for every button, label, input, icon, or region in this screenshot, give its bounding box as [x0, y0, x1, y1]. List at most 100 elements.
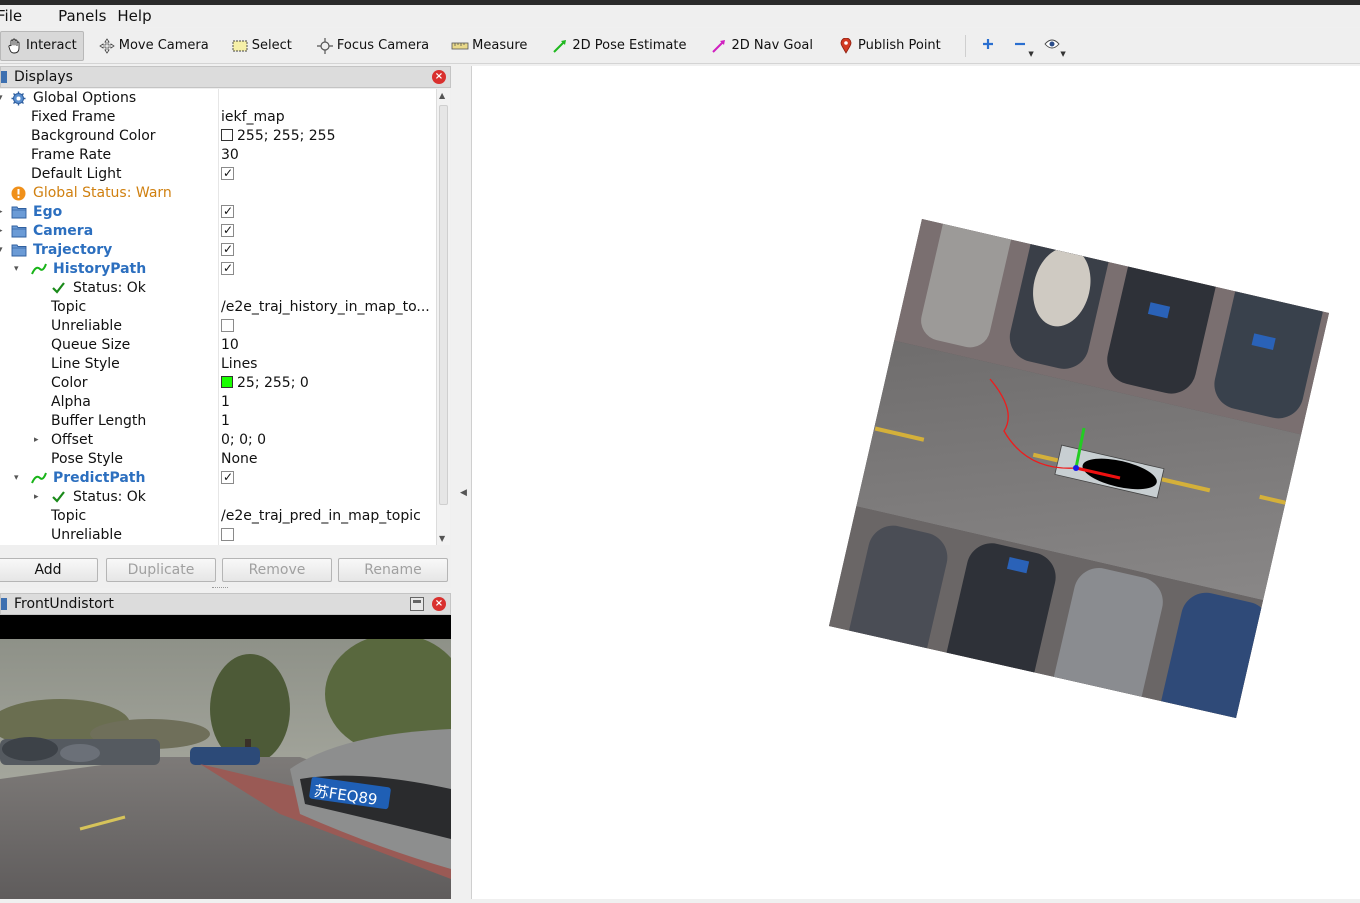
predict-topic-value[interactable]: /e2e_traj_pred_in_map_topic [221, 507, 421, 526]
background-color-value[interactable]: 255; 255; 255 [221, 127, 336, 146]
menu-help[interactable]: Help [117, 7, 159, 25]
monitor-icon [1, 70, 11, 84]
checkmark-icon [51, 490, 67, 505]
collapse-arrow-icon[interactable]: ▾ [0, 241, 3, 260]
tool-select-label: Select [251, 38, 292, 53]
tool-2d-nav-goal[interactable]: 2D Nav Goal [706, 31, 819, 61]
folder-icon [11, 205, 27, 220]
camera-value [221, 222, 234, 241]
background-color-swatch [221, 129, 233, 141]
close-icon[interactable]: × [432, 70, 446, 84]
queue-size-value[interactable]: 10 [221, 336, 239, 355]
tree-label: Default Light [31, 166, 122, 182]
chevron-down-icon: ▼ [1060, 49, 1066, 58]
path-color-text: 25; 255; 0 [237, 375, 309, 391]
tools-toolbar: Interact Move Camera Select Focus Camera… [0, 28, 1360, 64]
duplicate-button[interactable]: Duplicate [106, 558, 216, 582]
tree-label: Frame Rate [31, 147, 112, 163]
remove-tool-icon [1013, 37, 1027, 55]
tree-label: Topic [51, 508, 87, 524]
tree-label: Alpha [51, 394, 91, 410]
folder-icon [11, 243, 27, 258]
menu-panels[interactable]: Panels [58, 7, 114, 25]
frame-rate-value[interactable]: 30 [221, 146, 239, 165]
tree-label: Global Options [33, 90, 137, 106]
history-path-checkbox[interactable] [221, 260, 234, 278]
collapse-arrow-icon[interactable]: ▾ [14, 469, 19, 488]
tool-focus-camera[interactable]: Focus Camera [312, 31, 435, 61]
history-unreliable-checkbox[interactable] [221, 319, 234, 332]
tree-label: Background Color [31, 128, 156, 144]
history-topic-value[interactable]: /e2e_traj_history_in_map_to... [221, 298, 430, 317]
float-panel-icon[interactable] [410, 597, 424, 611]
predict-unreliable-value [221, 526, 234, 545]
map-pin-icon [837, 37, 855, 54]
ego-checkbox[interactable] [221, 203, 234, 221]
alpha-value[interactable]: 1 [221, 393, 230, 412]
tree-label: Offset [51, 432, 94, 448]
view-options-button[interactable]: ▼ [1036, 31, 1068, 61]
tool-measure[interactable]: Measure [447, 31, 533, 61]
displays-title-bar: Displays × [0, 66, 451, 88]
collapse-arrow-icon[interactable]: ▾ [0, 89, 3, 108]
tool-interact-label: Interact [26, 38, 77, 53]
displays-button-bar: Add Duplicate Remove Rename [0, 558, 451, 584]
bev-image [829, 219, 1329, 718]
expand-arrow-icon[interactable]: ▸ [34, 431, 39, 450]
collapse-arrow-icon[interactable]: ▾ [14, 260, 19, 279]
default-light-checkbox[interactable] [221, 165, 234, 183]
fixed-frame-value[interactable]: iekf_map [221, 108, 285, 127]
path-icon [31, 262, 47, 277]
tool-measure-label: Measure [472, 38, 528, 53]
scroll-down-icon[interactable]: ▼ [439, 534, 445, 543]
render-3d-viewport[interactable] [471, 66, 1360, 899]
tree-label: Global Status: Warn [33, 185, 172, 201]
menu-file[interactable]: File [0, 7, 30, 25]
hand-pointer-icon [5, 38, 23, 54]
camera-checkbox[interactable] [221, 222, 234, 240]
collapse-left-arrow-icon[interactable]: ◀ [460, 488, 467, 498]
tool-2d-pose-estimate[interactable]: 2D Pose Estimate [547, 31, 692, 61]
add-button[interactable]: Add [0, 558, 98, 582]
expand-arrow-icon[interactable]: ▸ [0, 203, 3, 222]
menu-bar: File Panels Help [0, 5, 1360, 27]
add-tool-button[interactable] [972, 31, 1004, 61]
pose-style-value[interactable]: None [221, 450, 258, 469]
offset-value[interactable]: 0; 0; 0 [221, 431, 266, 450]
toolbar-separator [964, 34, 966, 57]
pink-arrow-icon [710, 38, 728, 54]
scrollbar-thumb[interactable] [439, 105, 448, 505]
history-unreliable-value [221, 317, 234, 336]
ego-value [221, 203, 234, 222]
remove-tool-button[interactable]: ▼ [1004, 31, 1036, 61]
trajectory-checkbox[interactable] [221, 241, 234, 259]
tree-label: Status: Ok [73, 280, 146, 296]
tree-label: Unreliable [51, 318, 122, 334]
expand-arrow-icon[interactable]: ▸ [34, 488, 39, 507]
path-color-swatch [221, 376, 233, 388]
tool-interact[interactable]: Interact [0, 30, 84, 61]
select-box-icon [231, 38, 249, 54]
tool-move-camera[interactable]: Move Camera [94, 31, 215, 61]
tree-label: Unreliable [51, 527, 122, 543]
predict-path-checkbox[interactable] [221, 469, 234, 487]
tool-publish-point[interactable]: Publish Point [833, 31, 947, 61]
expand-arrow-icon[interactable]: ▸ [0, 222, 3, 241]
tree-label: Camera [33, 223, 94, 239]
tool-select[interactable]: Select [227, 31, 298, 61]
line-style-value[interactable]: Lines [221, 355, 257, 374]
checkmark-icon [51, 281, 67, 296]
predict-path-value [221, 469, 234, 488]
tool-2d-pose-estimate-label: 2D Pose Estimate [572, 38, 687, 53]
displays-scrollbar[interactable]: ▲ ▼ [436, 89, 450, 545]
color-value[interactable]: 25; 255; 0 [221, 374, 309, 393]
close-icon[interactable]: × [432, 597, 446, 611]
buffer-length-value[interactable]: 1 [221, 412, 230, 431]
rename-button[interactable]: Rename [338, 558, 448, 582]
panel-splitter[interactable] [212, 587, 228, 590]
tree-label: PredictPath [53, 470, 146, 486]
tree-label: Fixed Frame [31, 109, 116, 125]
remove-button[interactable]: Remove [222, 558, 332, 582]
scroll-up-icon[interactable]: ▲ [439, 91, 445, 100]
predict-unreliable-checkbox[interactable] [221, 528, 234, 541]
